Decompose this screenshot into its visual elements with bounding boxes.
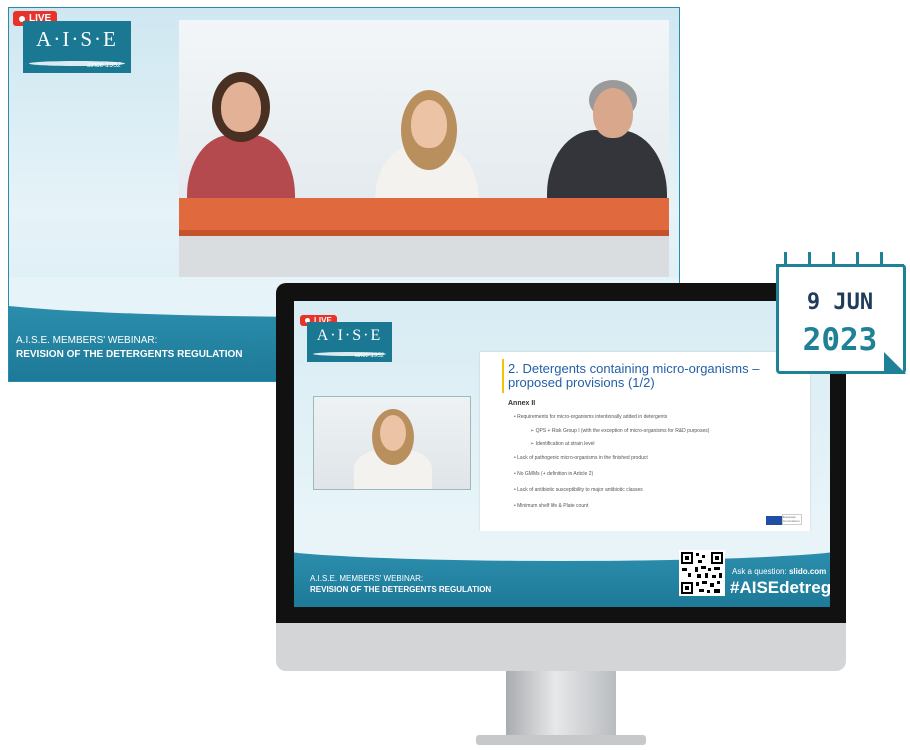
logo-since: since 1952 xyxy=(354,353,384,359)
slide-accent-bar xyxy=(502,359,504,393)
banner-subtitle: A.I.S.E. MEMBERS' WEBINAR: xyxy=(310,574,424,583)
slide-subtitle: Annex II xyxy=(508,400,536,407)
slide-title: 2. Detergents containing micro-organisms… xyxy=(508,361,760,391)
slide-bullet: • Lack of pathogenic micro-organisms in … xyxy=(514,455,648,461)
event-year: 2023 xyxy=(802,322,878,358)
slide-bullet: • Requirements for micro-organisms inten… xyxy=(514,414,668,420)
slide-sub-bullet: ➢ Identification at strain level xyxy=(530,441,595,447)
presentation-slide: 2. Detergents containing micro-organisms… xyxy=(480,352,810,535)
monitor-stand xyxy=(506,671,616,741)
event-date: 9 JUN xyxy=(806,290,874,315)
banner-subtitle: A.I.S.E. MEMBERS' WEBINAR: xyxy=(16,335,158,346)
slide-sub-bullet: ➢ QPS + Risk Group I (with the exception… xyxy=(530,428,710,434)
conference-table xyxy=(179,198,669,234)
banner-title: REVISION OF THE DETERGENTS REGULATION xyxy=(16,349,243,360)
calendar-icon: 9 JUN 2023 xyxy=(776,252,906,374)
aise-logo: A·I·S·E since 1952 xyxy=(23,21,131,73)
logo-since: since 1952 xyxy=(87,62,121,69)
aise-logo: A·I·S·E since 1952 xyxy=(307,322,392,362)
presenter-video xyxy=(313,396,471,490)
slido-link[interactable]: slido.com xyxy=(789,567,826,576)
monitor-chin xyxy=(276,623,846,671)
monitor-screen: LIVE A·I·S·E since 1952 2. Detergents co… xyxy=(294,301,830,607)
logo-name: A·I·S·E xyxy=(36,27,118,51)
qr-code-icon[interactable] xyxy=(679,550,725,596)
monitor-base xyxy=(476,735,646,745)
hashtag: #AISEdetreg xyxy=(730,578,830,597)
speakers-video xyxy=(179,20,669,284)
ask-question-text: Ask a question: slido.com xyxy=(732,567,826,576)
slide-bullet: • Lack of antibiotic susceptibility to m… xyxy=(514,487,643,493)
eu-flag-icon xyxy=(766,516,782,525)
eu-commission-logo: European Commission xyxy=(782,514,802,525)
slide-bullet: • No GMMs (+ definition in Article 2) xyxy=(514,471,594,477)
logo-name: A·I·S·E xyxy=(316,327,383,344)
slide-bullet: • Minimum shelf life & Plate count xyxy=(514,503,589,509)
banner-title: REVISION OF THE DETERGENTS REGULATION xyxy=(310,585,492,594)
ask-prefix: Ask a question: xyxy=(732,567,787,576)
